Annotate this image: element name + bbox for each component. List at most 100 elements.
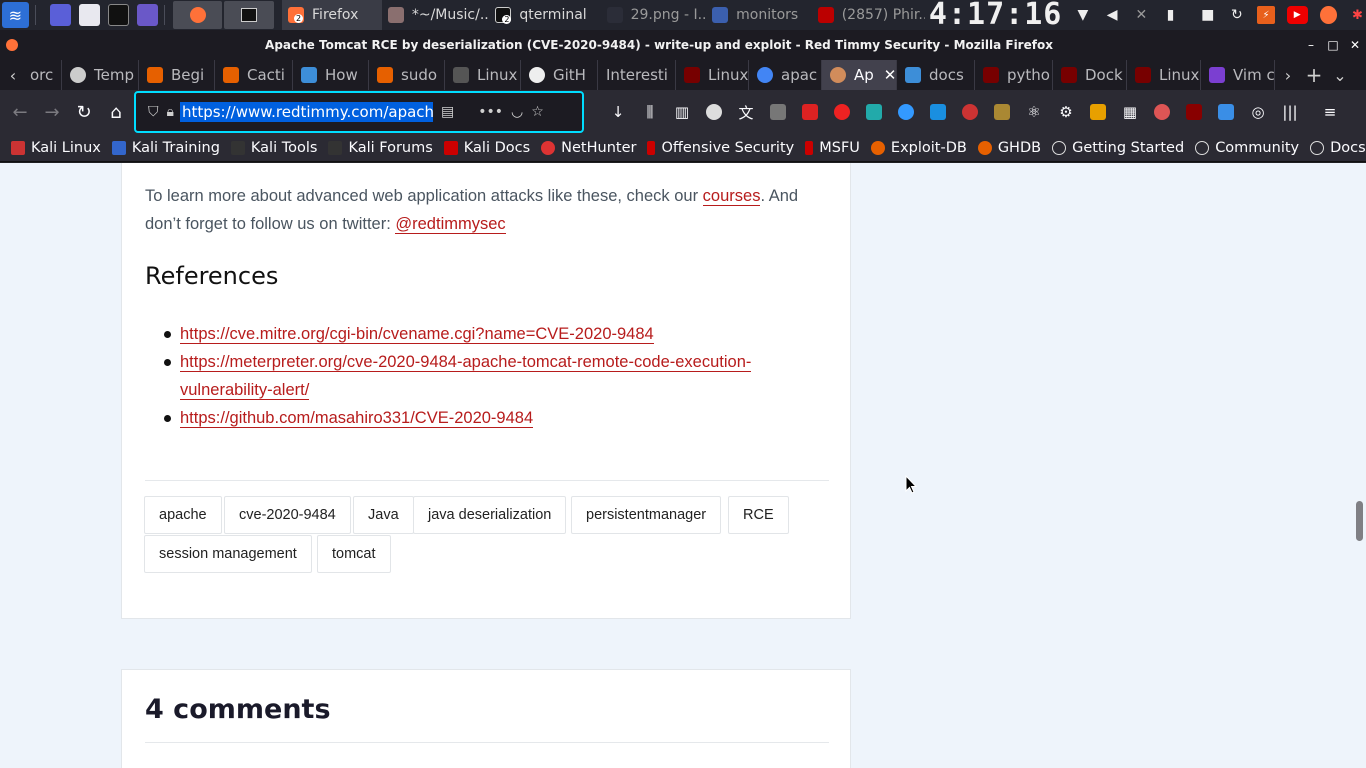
sidebar-icon[interactable]: ▥ [666,96,698,128]
tab[interactable]: sudo [369,60,445,90]
tab[interactable]: pytho [975,60,1053,90]
bookmark-kali-docs[interactable]: Kali Docs [443,140,530,156]
extension-badge-1-icon[interactable] [986,96,1018,128]
maximize-icon[interactable]: □ [1322,38,1344,52]
tag-rce[interactable]: RCE [728,496,789,534]
menu-hamburger-icon[interactable]: ≡ [1314,96,1346,128]
ublock-icon[interactable] [1178,96,1210,128]
bookmark-kali-tools[interactable]: Kali Tools [230,140,317,156]
task-monitors[interactable]: monitors [706,0,812,30]
reader-view-icon[interactable]: ▤ [441,104,454,120]
firefox-icon[interactable] [1319,6,1337,24]
tab[interactable]: Linux [445,60,521,90]
desktop-launcher-icon[interactable] [49,4,71,26]
clock[interactable]: 4:17:16 [929,0,1062,30]
reference-link[interactable]: https://meterpreter.org/cve-2020-9484-ap… [180,353,752,372]
downloads-icon[interactable]: ↓ [602,96,634,128]
back-button-icon[interactable]: ← [4,96,36,128]
battery-icon[interactable]: ▮ [1162,6,1179,24]
tab[interactable]: Temp [62,60,139,90]
translate-icon[interactable]: 文 [730,96,762,128]
lock-icon[interactable]: 🔒︎ [167,104,174,120]
minimize-icon[interactable]: – [1300,38,1322,52]
twitter-link[interactable]: @redtimmysec [395,215,506,234]
bookmark-kali-linux[interactable]: Kali Linux [11,140,101,156]
files-launcher-icon[interactable] [78,4,100,26]
bookmark-msfu[interactable]: MSFU [805,140,860,156]
extension-n-icon[interactable] [858,96,890,128]
scrollbar-thumb[interactable] [1356,501,1363,541]
tag-apache[interactable]: apache [144,496,222,534]
tag-tomcat[interactable]: tomcat [317,535,391,573]
hack-tools-icon[interactable] [826,96,858,128]
bookmark-kali-forums[interactable]: Kali Forums [328,140,433,156]
tag-java-deserialization[interactable]: java deserialization [413,496,567,534]
workspace-2[interactable] [224,1,275,29]
react-devtools-icon[interactable]: ⚛ [1018,96,1050,128]
tab-active[interactable]: Ap ✕ [822,60,897,90]
url-bar[interactable]: ⛉ 🔒︎ https://www.redtimmy.com/apache- ▤ … [134,91,584,133]
volume-icon[interactable]: ◀ [1104,6,1121,24]
bookmark-getting-started[interactable]: Getting Started [1052,140,1184,156]
list-all-tabs-icon[interactable]: ⌄ [1327,66,1353,85]
close-tab-icon[interactable]: ✕ [884,66,896,84]
bookmark-community[interactable]: Community [1195,140,1299,156]
tab[interactable]: Vim c [1201,60,1275,90]
refresh-icon[interactable]: ↻ [1228,6,1245,24]
pocket-icon[interactable]: ◡ [511,104,523,120]
extension-a-icon[interactable] [698,96,730,128]
wappalyzer-icon[interactable] [794,96,826,128]
tab[interactable]: apac [749,60,822,90]
youtube-icon[interactable]: ▶ [1286,6,1308,24]
url-text[interactable]: https://www.redtimmy.com/apache- [179,102,433,122]
tab[interactable]: How [293,60,369,90]
tab[interactable]: Cacti [215,60,293,90]
workspace-1[interactable] [172,1,223,29]
terminal-ext-icon[interactable] [1082,96,1114,128]
tag-session-management[interactable]: session management [144,535,312,573]
task-image-viewer[interactable]: 29.png - I... [601,0,706,30]
terminal-launcher-icon[interactable] [107,4,129,26]
reference-link[interactable]: https://cve.mitre.org/cgi-bin/cvename.cg… [180,325,654,344]
tag-persistentmanager[interactable]: persistentmanager [571,496,722,534]
extension-s-icon[interactable] [922,96,954,128]
page-actions-icon[interactable]: ••• [478,104,503,120]
burpsuite-icon[interactable]: ⚡ [1257,6,1275,24]
extension-bars-icon[interactable]: ||| [1274,96,1306,128]
bookmark-exploit-db[interactable]: Exploit-DB [870,140,967,156]
close-window-icon[interactable]: ✕ [1344,38,1366,52]
reference-link[interactable]: https://github.com/masahiro331/CVE-2020-… [180,409,534,428]
task-qterminal[interactable]: 2 qterminal [489,0,600,30]
bookmark-ghdb[interactable]: GHDB [977,140,1041,156]
bookmark-docs[interactable]: Docs [1310,140,1366,156]
tab[interactable]: Begi [139,60,215,90]
tag-java[interactable]: Java [353,496,414,534]
settings-gear-icon[interactable]: ⚙ [1050,96,1082,128]
reload-icon[interactable]: ↻ [68,96,100,128]
jetbrains-icon[interactable]: ✱ [1349,6,1366,24]
tab[interactable]: orc [26,60,62,90]
kali-menu-icon[interactable]: ≋ [2,2,29,28]
extension-cookie-icon[interactable]: ◎ [1242,96,1274,128]
notifications-off-icon[interactable]: ✕ [1133,6,1150,24]
tab[interactable]: Linux [676,60,749,90]
extension-doc-icon[interactable] [1210,96,1242,128]
extension-bug-icon[interactable] [762,96,794,128]
task-text-editor[interactable]: *~/Music/... [382,0,489,30]
forward-button-icon[interactable]: → [36,96,68,128]
task-firefox[interactable]: 2 Firefox [282,0,382,30]
bookmark-kali-training[interactable]: Kali Training [111,140,220,156]
tab[interactable]: Interesti [598,60,676,90]
tab[interactable]: Dock [1053,60,1127,90]
tab[interactable]: Linux [1127,60,1201,90]
tab[interactable]: GitH [521,60,598,90]
bookmark-offensive-security[interactable]: Offensive Security [647,140,794,156]
page-scrollbar[interactable] [1352,163,1366,768]
tab-scroll-left-icon[interactable]: ‹ [0,66,26,85]
extension-orange-icon[interactable] [1146,96,1178,128]
new-tab-icon[interactable]: + [1301,63,1327,87]
screen-recorder-icon[interactable] [136,4,158,26]
library-icon[interactable]: ⫼ [634,96,666,128]
extension-gear-blue-icon[interactable] [890,96,922,128]
extension-badge-4-icon[interactable] [954,96,986,128]
